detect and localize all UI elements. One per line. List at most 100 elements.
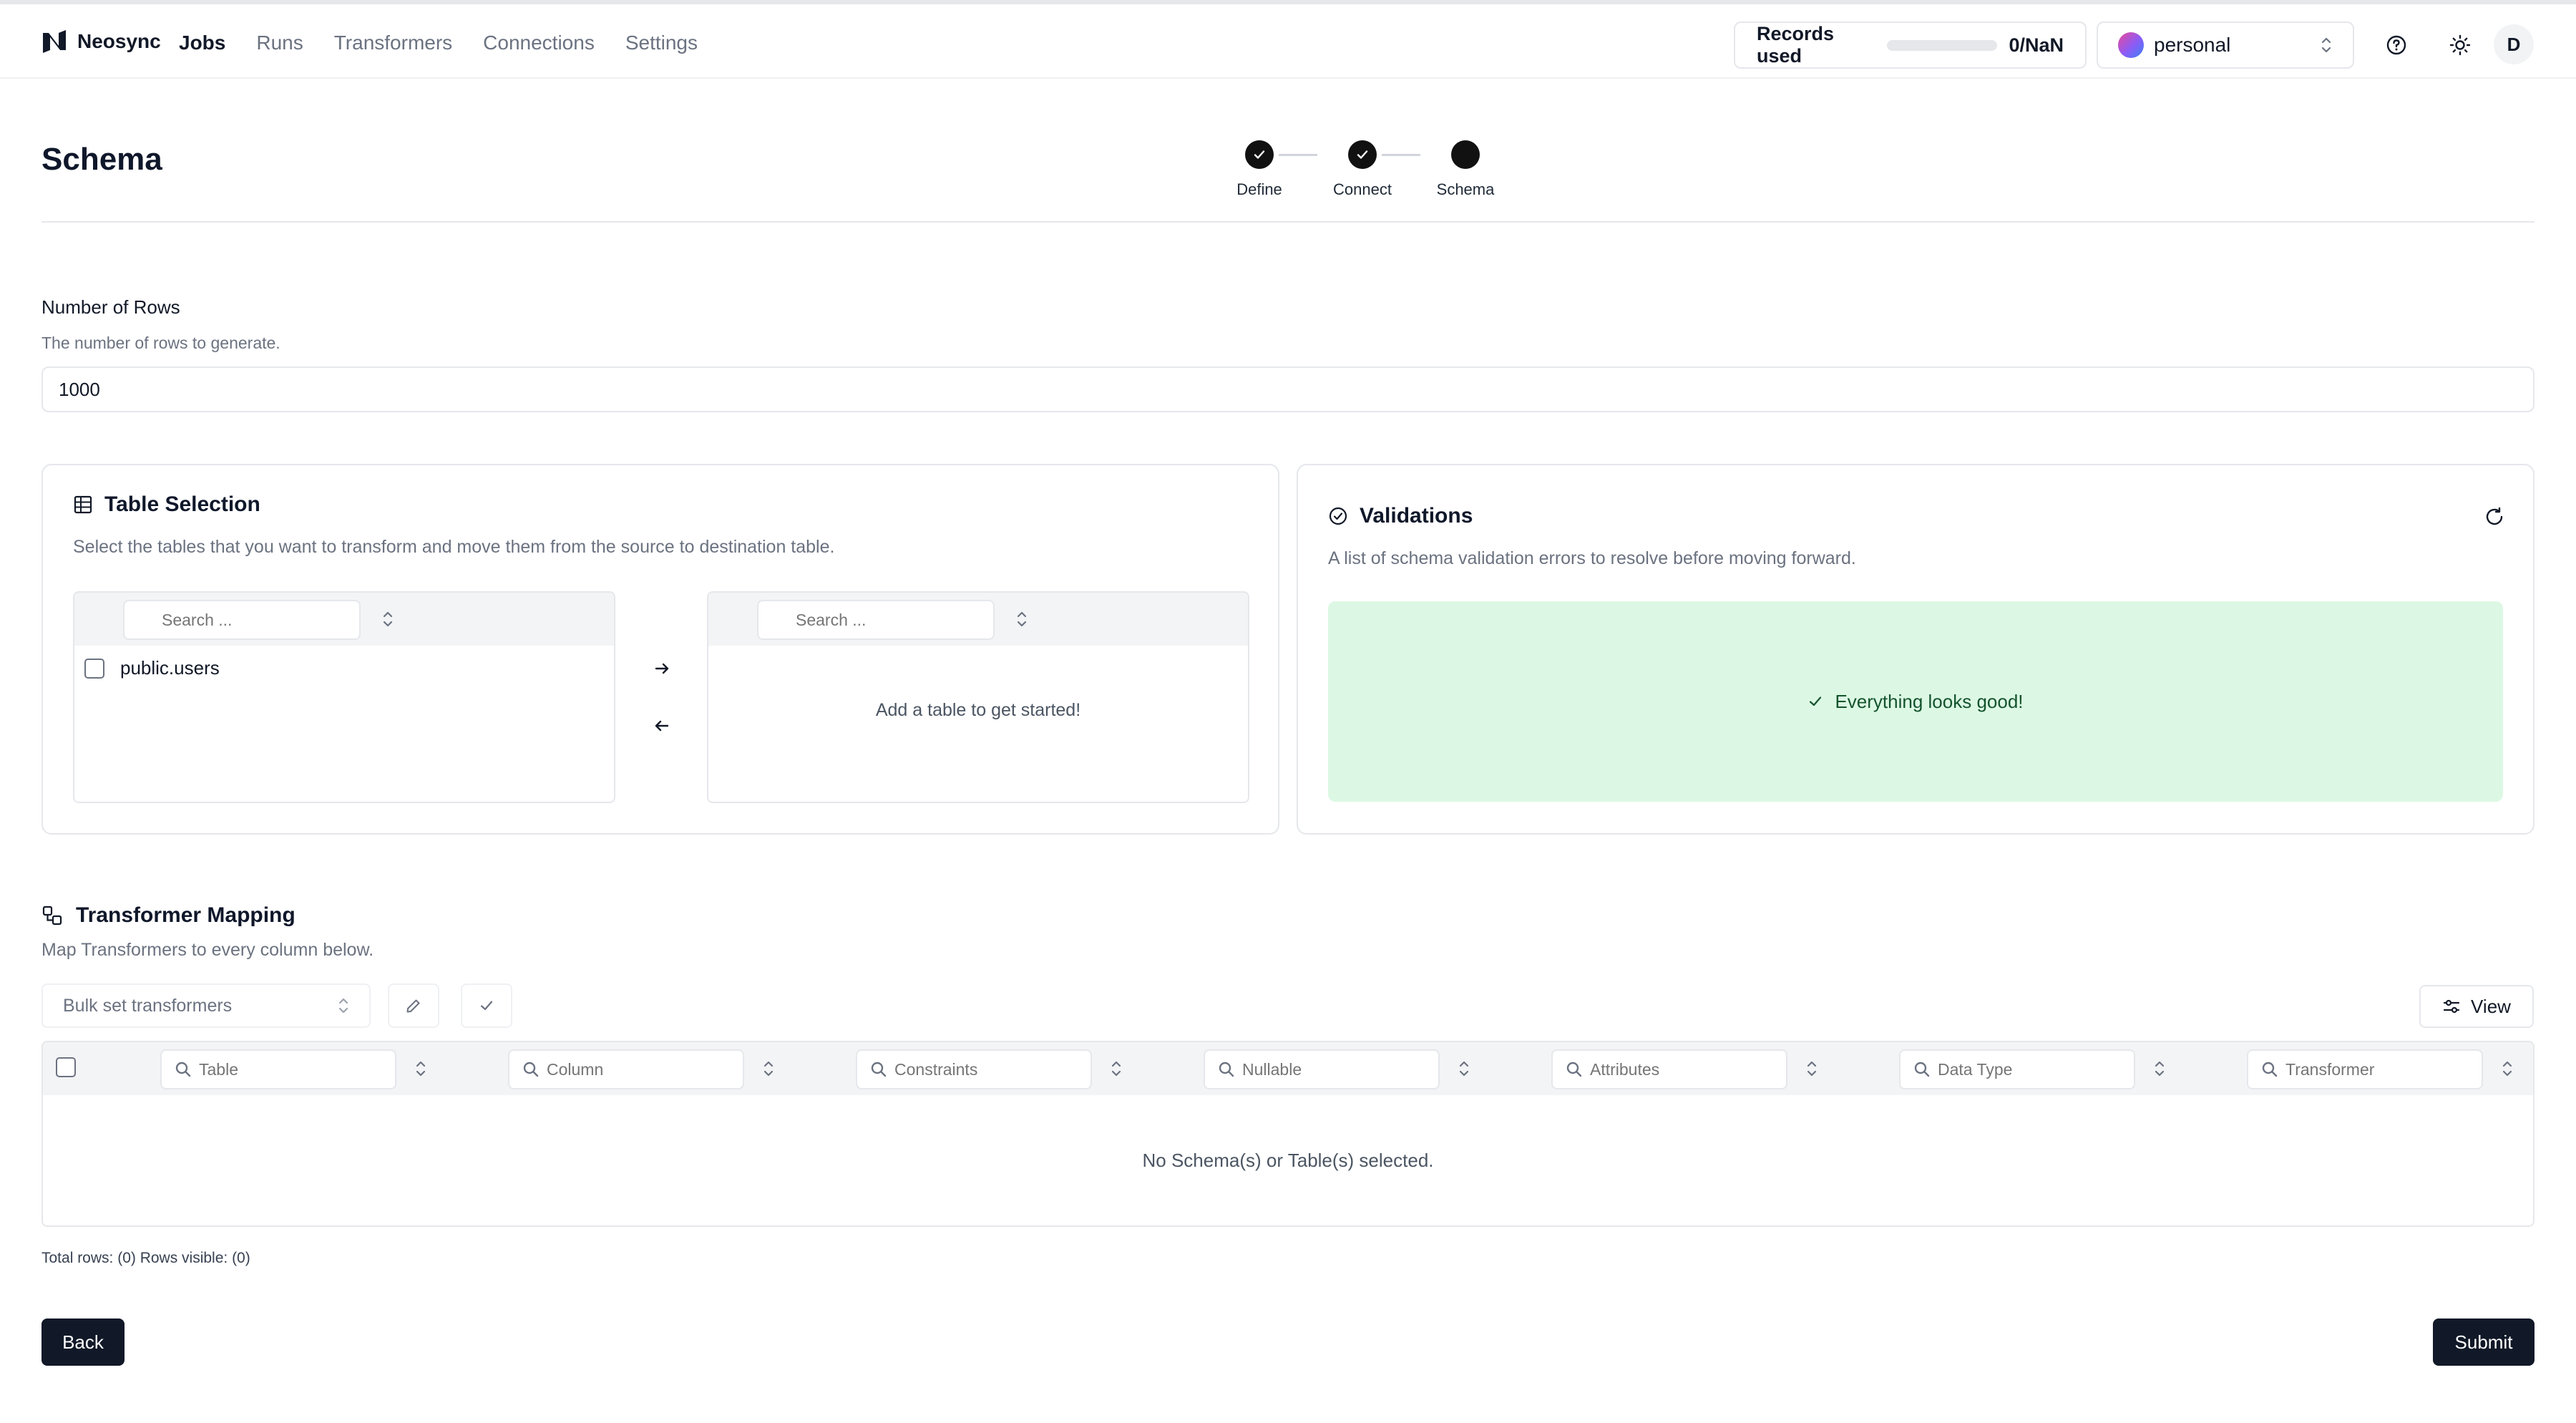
column-header-attributes <box>1551 1042 1899 1095</box>
main-nav: Jobs Runs Transformers Connections Setti… <box>179 31 698 54</box>
step-complete-indicator <box>1348 140 1377 169</box>
step-connector <box>1382 154 1420 156</box>
table-selection-header: Table Selection <box>73 492 260 517</box>
card-title: Table Selection <box>104 492 260 516</box>
theme-toggle-button[interactable] <box>2444 29 2477 62</box>
back-button[interactable]: Back <box>42 1318 125 1366</box>
nullable-filter-input[interactable] <box>1204 1049 1440 1089</box>
chevrons-up-down-icon[interactable] <box>2502 1059 2513 1078</box>
step-current-indicator <box>1451 140 1480 169</box>
table-empty-message: No Schema(s) or Table(s) selected. <box>1142 1150 1434 1171</box>
nav-transformers[interactable]: Transformers <box>334 31 452 54</box>
app-logo[interactable]: Neosync <box>42 29 161 54</box>
validation-success-banner: Everything looks good! <box>1328 601 2503 802</box>
step-label: Connect <box>1333 180 1392 198</box>
table-name: public.users <box>120 657 220 679</box>
chevrons-up-down-icon[interactable] <box>763 1059 774 1078</box>
chevrons-up-down-icon[interactable] <box>2154 1059 2165 1078</box>
nav-jobs[interactable]: Jobs <box>179 31 225 54</box>
search-icon <box>2262 1062 2278 1077</box>
chevrons-up-down-icon[interactable] <box>1806 1059 1818 1078</box>
sun-icon <box>2449 34 2471 56</box>
neosync-logo-icon <box>43 30 66 53</box>
transformer-filter-input[interactable] <box>2247 1049 2483 1089</box>
nav-connections[interactable]: Connections <box>483 31 595 54</box>
data-type-filter-input[interactable] <box>1899 1049 2135 1089</box>
number-of-rows-input[interactable] <box>42 366 2534 412</box>
card-description: Select the tables that you want to trans… <box>73 537 835 557</box>
arrow-right-icon <box>655 663 669 674</box>
user-avatar[interactable]: D <box>2494 24 2534 64</box>
constraints-filter-input[interactable] <box>856 1049 1092 1089</box>
transformer-mapping-table: No Schema(s) or Table(s) selected. <box>42 1041 2534 1227</box>
list-item[interactable]: public.users <box>84 657 220 679</box>
source-search-input[interactable] <box>123 600 361 640</box>
move-left-button[interactable] <box>648 712 676 740</box>
search-icon <box>1914 1062 1930 1077</box>
view-options-button[interactable]: View <box>2419 985 2534 1028</box>
column-header-constraints <box>856 1042 1204 1095</box>
destination-empty-message: Add a table to get started! <box>875 700 1081 720</box>
account-switcher[interactable]: personal <box>2097 21 2354 69</box>
select-all-checkbox[interactable] <box>56 1057 76 1077</box>
nav-runs[interactable]: Runs <box>256 31 303 54</box>
nav-settings[interactable]: Settings <box>625 31 698 54</box>
table-selection-card: Table Selection Select the tables that y… <box>42 464 1279 835</box>
check-icon <box>1810 696 1822 706</box>
column-header-data-type <box>1899 1042 2247 1095</box>
destination-search-input[interactable] <box>757 600 995 640</box>
chevrons-up-down-icon <box>2321 37 2331 53</box>
rows-field-label: Number of Rows <box>42 296 180 318</box>
step-schema: Schema <box>1423 140 1508 199</box>
column-header-table <box>160 1042 508 1095</box>
validations-header: Validations <box>1328 504 1473 528</box>
step-connector <box>1279 154 1317 156</box>
search-icon <box>175 1062 191 1077</box>
arrow-left-icon <box>655 720 669 732</box>
view-button-label: View <box>2471 995 2511 1017</box>
bulk-apply-button[interactable] <box>461 984 512 1028</box>
table-row-count: Total rows: (0) Rows visible: (0) <box>42 1250 250 1266</box>
top-navbar: Neosync Jobs Runs Transformers Connectio… <box>0 0 2576 79</box>
help-button[interactable] <box>2380 29 2413 62</box>
column-filter-input[interactable] <box>508 1049 744 1089</box>
account-avatar <box>2118 32 2144 58</box>
sliders-icon <box>2443 999 2460 1014</box>
chevrons-up-down-icon[interactable] <box>415 1059 426 1078</box>
refresh-validations-button[interactable] <box>2480 502 2509 531</box>
card-description: A list of schema validation errors to re… <box>1328 548 1856 568</box>
row-checkbox[interactable] <box>84 658 104 679</box>
rows-field-description: The number of rows to generate. <box>42 334 280 352</box>
chevrons-up-down-icon <box>338 998 348 1014</box>
attributes-filter-input[interactable] <box>1551 1049 1787 1089</box>
step-label: Define <box>1236 180 1282 198</box>
step-connect: Connect <box>1319 140 1405 199</box>
bulk-edit-button[interactable] <box>388 984 439 1028</box>
step-complete-indicator <box>1245 140 1274 169</box>
chevrons-up-down-icon[interactable] <box>1111 1059 1122 1078</box>
records-used-value: 0/NaN <box>2009 34 2064 56</box>
app-name: Neosync <box>77 30 161 52</box>
chevrons-up-down-icon[interactable] <box>1016 610 1028 628</box>
destination-table-list: Add a table to get started! <box>707 591 1249 803</box>
bulk-set-transformers-select[interactable]: Bulk set transformers <box>42 984 371 1028</box>
workflow-icon <box>42 905 62 926</box>
source-list-header <box>74 593 614 646</box>
records-used-widget[interactable]: Records used 0/NaN <box>1734 21 2087 69</box>
check-circle-icon <box>1329 507 1347 525</box>
source-table-list: public.users <box>73 591 615 803</box>
chevrons-up-down-icon[interactable] <box>382 610 394 628</box>
page-title: Schema <box>42 142 162 177</box>
search-icon <box>1219 1062 1234 1077</box>
submit-button[interactable]: Submit <box>2433 1318 2534 1366</box>
check-icon <box>480 1001 493 1011</box>
table-icon <box>74 495 92 514</box>
bulk-select-placeholder: Bulk set transformers <box>63 995 233 1016</box>
search-icon <box>523 1062 539 1077</box>
pencil-icon <box>406 999 420 1013</box>
help-circle-icon <box>2386 35 2406 55</box>
header-divider <box>42 221 2534 223</box>
table-filter-input[interactable] <box>160 1049 396 1089</box>
move-right-button[interactable] <box>648 654 676 683</box>
chevrons-up-down-icon[interactable] <box>1458 1059 1470 1078</box>
